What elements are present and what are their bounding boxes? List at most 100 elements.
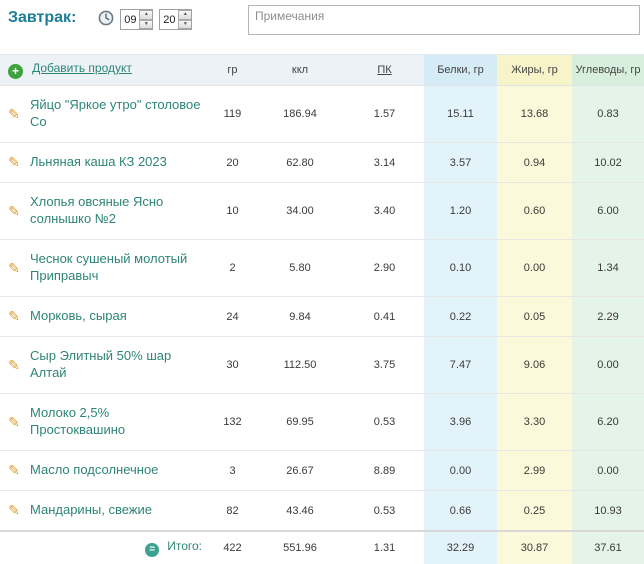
kcal-cell: 9.84 <box>255 296 345 337</box>
kcal-cell: 62.80 <box>255 142 345 183</box>
products-table: + Добавить продукт гр ккл ПК Белки, гр Ж… <box>0 54 644 564</box>
product-name-link[interactable]: Льняная каша КЗ 2023 <box>30 154 167 169</box>
pk-cell: 8.89 <box>345 450 424 491</box>
minute-spinner-buttons: ▲ ▼ <box>178 10 192 29</box>
product-name-link[interactable]: Морковь, сырая <box>30 308 127 323</box>
hour-up-button[interactable]: ▲ <box>139 10 153 20</box>
fat-cell: 0.00 <box>497 239 572 297</box>
grams-cell: 132 <box>210 393 255 451</box>
grams-cell: 24 <box>210 296 255 337</box>
protein-cell: 15.11 <box>424 85 497 143</box>
edit-product-icon[interactable]: ✎ <box>8 308 20 324</box>
meal-editor: Завтрак: ▲ ▼ ▲ ▼ <box>0 0 644 564</box>
edit-product-icon[interactable]: ✎ <box>8 502 20 518</box>
edit-product-icon[interactable]: ✎ <box>8 462 20 478</box>
column-header-pk[interactable]: ПК <box>345 54 424 86</box>
grams-cell: 30 <box>210 336 255 394</box>
kcal-cell: 34.00 <box>255 182 345 240</box>
carbs-cell: 2.29 <box>572 296 644 337</box>
protein-cell: 3.96 <box>424 393 497 451</box>
fat-cell: 0.94 <box>497 142 572 183</box>
grams-cell: 10 <box>210 182 255 240</box>
clock-icon <box>98 10 114 26</box>
product-name-link[interactable]: Сыр Элитный 50% шар Алтай <box>30 348 171 380</box>
fat-cell: 0.05 <box>497 296 572 337</box>
fat-cell: 0.25 <box>497 490 572 532</box>
kcal-cell: 43.46 <box>255 490 345 532</box>
topbar: Завтрак: ▲ ▼ ▲ ▼ <box>0 0 644 42</box>
column-header-carbs: Углеводы, гр <box>572 54 644 86</box>
add-product-link[interactable]: Добавить продукт <box>32 61 132 75</box>
total-kcal: 551.96 <box>255 530 345 564</box>
total-carbs: 37.61 <box>572 530 644 564</box>
carbs-cell: 0.00 <box>572 336 644 394</box>
kcal-cell: 69.95 <box>255 393 345 451</box>
total-label: Итого: <box>167 539 202 553</box>
edit-product-icon[interactable]: ✎ <box>8 357 20 373</box>
product-row: ✎ Чеснок сушеный молотый Приправыч 2 5.80 2.… <box>0 239 644 297</box>
grams-cell: 20 <box>210 142 255 183</box>
pk-cell: 1.57 <box>345 85 424 143</box>
carbs-cell: 10.93 <box>572 490 644 532</box>
meal-title: Завтрак: <box>8 9 77 26</box>
fat-cell: 13.68 <box>497 85 572 143</box>
grams-cell: 119 <box>210 85 255 143</box>
minute-spinner: ▲ ▼ <box>159 9 193 30</box>
hour-down-button[interactable]: ▼ <box>139 19 153 29</box>
protein-cell: 1.20 <box>424 182 497 240</box>
pk-cell: 3.40 <box>345 182 424 240</box>
protein-cell: 0.66 <box>424 490 497 532</box>
edit-product-icon[interactable]: ✎ <box>8 154 20 170</box>
product-name-link[interactable]: Чеснок сушеный молотый Приправыч <box>30 251 187 283</box>
product-row: ✎ Мандарины, свежие 82 43.46 0.53 0.66 0.25 10.… <box>0 490 644 532</box>
total-icon: = <box>145 543 160 557</box>
kcal-cell: 26.67 <box>255 450 345 491</box>
fat-cell: 2.99 <box>497 450 572 491</box>
pk-cell: 2.90 <box>345 239 424 297</box>
column-header-protein: Белки, гр <box>424 54 497 86</box>
protein-cell: 0.00 <box>424 450 497 491</box>
fat-cell: 0.60 <box>497 182 572 240</box>
protein-cell: 0.22 <box>424 296 497 337</box>
product-name-link[interactable]: Яйцо "Яркое утро" столовое Со <box>30 97 201 129</box>
column-header-kcal: ккл <box>255 54 345 86</box>
product-row: ✎ Хлопья овсяные Ясно солнышко №2 10 34.00 3… <box>0 182 644 240</box>
product-name-link[interactable]: Масло подсолнечное <box>30 462 158 477</box>
carbs-cell: 1.34 <box>572 239 644 297</box>
product-name-link[interactable]: Мандарины, свежие <box>30 502 152 517</box>
fat-cell: 9.06 <box>497 336 572 394</box>
carbs-cell: 10.02 <box>572 142 644 183</box>
edit-product-icon[interactable]: ✎ <box>8 414 20 430</box>
add-product-icon[interactable]: + <box>8 64 23 79</box>
grams-cell: 3 <box>210 450 255 491</box>
protein-cell: 7.47 <box>424 336 497 394</box>
total-protein: 32.29 <box>424 530 497 564</box>
hour-input[interactable] <box>121 10 140 29</box>
grams-cell: 2 <box>210 239 255 297</box>
total-grams: 422 <box>210 530 255 564</box>
product-row: ✎ Морковь, сырая 24 9.84 0.41 0.22 0.05 2.29 <box>0 296 644 337</box>
minute-up-button[interactable]: ▲ <box>178 10 192 20</box>
notes-input[interactable] <box>248 5 640 35</box>
carbs-cell: 6.00 <box>572 182 644 240</box>
kcal-cell: 186.94 <box>255 85 345 143</box>
minute-input[interactable] <box>160 10 179 29</box>
kcal-cell: 112.50 <box>255 336 345 394</box>
product-name-link[interactable]: Молоко 2,5% Простоквашино <box>30 405 125 437</box>
hour-spinner-buttons: ▲ ▼ <box>139 10 153 29</box>
carbs-cell: 0.00 <box>572 450 644 491</box>
edit-product-icon[interactable]: ✎ <box>8 260 20 276</box>
pk-cell: 0.53 <box>345 490 424 532</box>
pk-cell: 3.14 <box>345 142 424 183</box>
fat-cell: 3.30 <box>497 393 572 451</box>
edit-product-icon[interactable]: ✎ <box>8 106 20 122</box>
minute-down-button[interactable]: ▼ <box>178 19 192 29</box>
product-row: ✎ Масло подсолнечное 3 26.67 8.89 0.00 2.99 0.0… <box>0 450 644 491</box>
edit-product-icon[interactable]: ✎ <box>8 203 20 219</box>
product-row: ✎ Сыр Элитный 50% шар Алтай 30 112.50 3.75 7.… <box>0 336 644 394</box>
total-row: = Итого: 422 551.96 1.31 32.29 30.87 37.… <box>0 530 644 564</box>
product-name-link[interactable]: Хлопья овсяные Ясно солнышко №2 <box>30 194 163 226</box>
product-row: ✎ Льняная каша КЗ 2023 20 62.80 3.14 3.57 0.94… <box>0 142 644 183</box>
product-row: ✎ Яйцо "Яркое утро" столовое Со 119 186.94 1… <box>0 85 644 143</box>
total-fat: 30.87 <box>497 530 572 564</box>
